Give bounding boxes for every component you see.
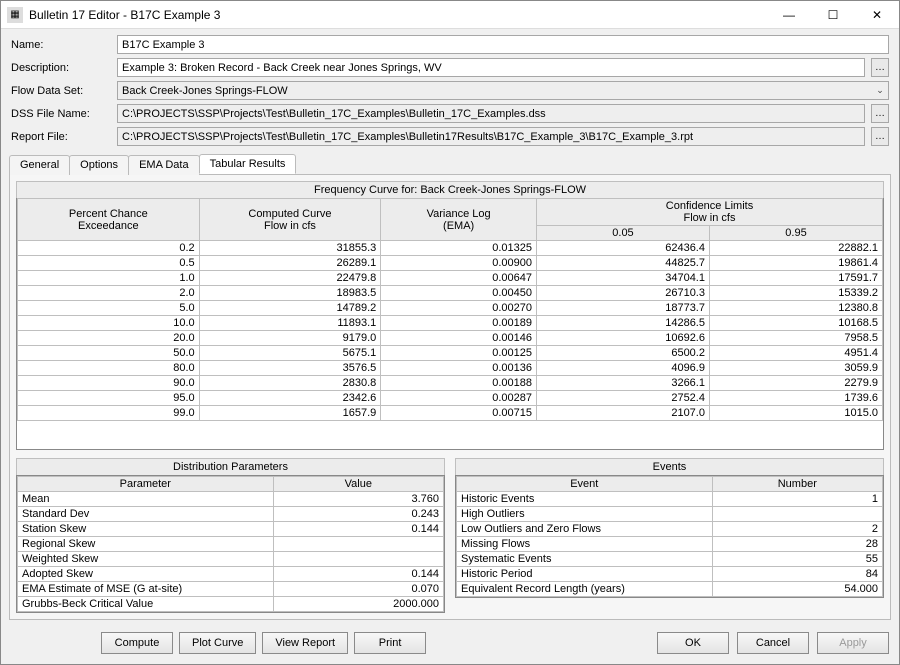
flowdata-label: Flow Data Set: xyxy=(11,85,111,97)
dss-file-input[interactable] xyxy=(117,104,865,123)
tabular-results-panel: Frequency Curve for: Back Creek-Jones Sp… xyxy=(9,174,891,620)
table-row[interactable]: 50.05675.10.001256500.24951.4 xyxy=(18,346,883,361)
titlebar: ▦ Bulletin 17 Editor - B17C Example 3 — … xyxy=(1,1,899,29)
table-row[interactable]: Grubbs-Beck Critical Value2000.000 xyxy=(18,597,444,612)
table-row[interactable]: 2.018983.50.0045026710.315339.2 xyxy=(18,286,883,301)
table-row[interactable]: 1.022479.80.0064734704.117591.7 xyxy=(18,271,883,286)
print-button[interactable]: Print xyxy=(354,632,426,654)
table-row[interactable]: Equivalent Record Length (years)54.000 xyxy=(457,582,883,597)
table-row[interactable]: 0.231855.30.0132562436.422882.1 xyxy=(18,241,883,256)
table-row[interactable]: 95.02342.60.002872752.41739.6 xyxy=(18,391,883,406)
report-label: Report File: xyxy=(11,131,111,143)
events-panel: Events Event Number Historic Events1High… xyxy=(455,458,884,613)
ok-button[interactable]: OK xyxy=(657,632,729,654)
table-row[interactable]: Historic Period84 xyxy=(457,567,883,582)
tab-ema-data[interactable]: EMA Data xyxy=(128,155,200,175)
table-row[interactable]: Missing Flows28 xyxy=(457,537,883,552)
window-title: Bulletin 17 Editor - B17C Example 3 xyxy=(29,8,767,22)
tab-tabular-results[interactable]: Tabular Results xyxy=(199,154,297,174)
table-row[interactable]: 80.03576.50.001364096.93059.9 xyxy=(18,361,883,376)
compute-button[interactable]: Compute xyxy=(101,632,173,654)
distribution-caption: Distribution Parameters xyxy=(16,458,445,475)
description-label: Description: xyxy=(11,62,111,74)
table-row[interactable]: Low Outliers and Zero Flows2 xyxy=(457,522,883,537)
apply-button[interactable]: Apply xyxy=(817,632,889,654)
distribution-table[interactable]: Parameter Value Mean3.760Standard Dev0.2… xyxy=(16,475,445,613)
app-icon: ▦ xyxy=(7,7,23,23)
table-row[interactable]: EMA Estimate of MSE (G at-site)0.070 xyxy=(18,582,444,597)
report-browse-button[interactable]: … xyxy=(871,127,889,146)
table-row[interactable]: 0.526289.10.0090044825.719861.4 xyxy=(18,256,883,271)
dss-browse-button[interactable]: … xyxy=(871,104,889,123)
table-row[interactable]: 99.01657.90.007152107.01015.0 xyxy=(18,406,883,421)
description-input[interactable] xyxy=(117,58,865,77)
table-row[interactable]: Systematic Events55 xyxy=(457,552,883,567)
lower-panels: Distribution Parameters Parameter Value … xyxy=(16,458,884,613)
maximize-button[interactable]: ☐ xyxy=(811,1,855,29)
tab-strip: General Options EMA Data Tabular Results xyxy=(1,148,899,174)
table-row[interactable]: Mean3.760 xyxy=(18,492,444,507)
description-browse-button[interactable]: … xyxy=(871,58,889,77)
table-row[interactable]: 10.011893.10.0018914286.510168.5 xyxy=(18,316,883,331)
tab-general[interactable]: General xyxy=(9,155,70,175)
cancel-button[interactable]: Cancel xyxy=(737,632,809,654)
tab-options[interactable]: Options xyxy=(69,155,129,175)
table-row[interactable]: Weighted Skew xyxy=(18,552,444,567)
flowdata-select[interactable] xyxy=(117,81,889,100)
report-file-input[interactable] xyxy=(117,127,865,146)
frequency-caption: Frequency Curve for: Back Creek-Jones Sp… xyxy=(16,181,884,198)
table-row[interactable]: Historic Events1 xyxy=(457,492,883,507)
frequency-table[interactable]: Percent Chance Exceedance Computed Curve… xyxy=(16,198,884,450)
window-frame: ▦ Bulletin 17 Editor - B17C Example 3 — … xyxy=(0,0,900,665)
close-button[interactable]: ✕ xyxy=(855,1,899,29)
events-caption: Events xyxy=(455,458,884,475)
plot-curve-button[interactable]: Plot Curve xyxy=(179,632,256,654)
distribution-panel: Distribution Parameters Parameter Value … xyxy=(16,458,445,613)
name-input[interactable] xyxy=(117,35,889,54)
footer: Compute Plot Curve View Report Print OK … xyxy=(1,626,899,664)
name-label: Name: xyxy=(11,39,111,51)
frequency-table-container: Frequency Curve for: Back Creek-Jones Sp… xyxy=(16,181,884,450)
table-row[interactable]: 5.014789.20.0027018773.712380.8 xyxy=(18,301,883,316)
table-row[interactable]: Standard Dev0.243 xyxy=(18,507,444,522)
view-report-button[interactable]: View Report xyxy=(262,632,348,654)
table-row[interactable]: 90.02830.80.001883266.12279.9 xyxy=(18,376,883,391)
form-area: Name: Description: … Flow Data Set: ⌄ DS… xyxy=(1,29,899,148)
table-row[interactable]: Station Skew0.144 xyxy=(18,522,444,537)
table-row[interactable]: Adopted Skew0.144 xyxy=(18,567,444,582)
events-table[interactable]: Event Number Historic Events1High Outlie… xyxy=(455,475,884,598)
minimize-button[interactable]: — xyxy=(767,1,811,29)
dss-label: DSS File Name: xyxy=(11,108,111,120)
table-row[interactable]: High Outliers xyxy=(457,507,883,522)
table-row[interactable]: Regional Skew xyxy=(18,537,444,552)
table-row[interactable]: 20.09179.00.0014610692.67958.5 xyxy=(18,331,883,346)
